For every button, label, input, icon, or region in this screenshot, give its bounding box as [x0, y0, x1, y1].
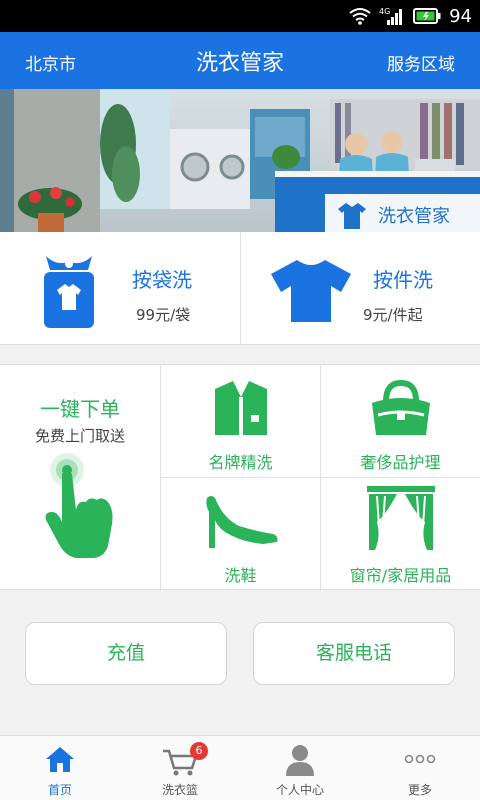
- brand-wash-button[interactable]: 名牌精洗: [161, 365, 320, 477]
- home-icon: [46, 747, 74, 772]
- nav-more[interactable]: 更多: [360, 736, 480, 800]
- battery-level: 94: [449, 5, 472, 27]
- tshirt-icon: [271, 260, 351, 322]
- nav-more-label: 更多: [407, 783, 432, 797]
- nav-laundry-basket[interactable]: 6 洗衣篮: [120, 736, 240, 800]
- nav-home[interactable]: 首页: [0, 736, 120, 800]
- network-type: 4G: [379, 7, 390, 16]
- store-banner[interactable]: 洗衣管家: [0, 89, 480, 232]
- bottom-navigation: 首页 6 洗衣篮 个人中心 更多: [0, 735, 480, 800]
- bag-wash-price: 99元/袋: [136, 306, 191, 324]
- bag-wash-title: 按袋洗: [132, 268, 192, 292]
- luxury-care-button[interactable]: 奢侈品护理: [321, 365, 480, 477]
- signal-icon: 4G: [379, 7, 403, 25]
- item-wash-price: 9元/件起: [363, 306, 423, 324]
- item-wash-option[interactable]: 按件洗 9元/件起: [240, 232, 480, 345]
- item-wash-title: 按件洗: [373, 268, 433, 292]
- service-area-link[interactable]: 服务区域: [387, 50, 455, 75]
- shoe-wash-button[interactable]: 洗鞋: [161, 478, 320, 591]
- laundry-bag-icon: [44, 256, 94, 328]
- services-grid: 一键下单 免费上门取送 名牌精洗 奢侈品护理 洗鞋 窗帘/家居用品: [0, 364, 480, 591]
- one-click-order-button[interactable]: 一键下单 免费上门取送: [0, 365, 160, 591]
- nav-home-label: 首页: [47, 783, 72, 797]
- curtain-home-label: 窗帘/家居用品: [349, 566, 452, 585]
- more-icon: [404, 754, 436, 764]
- tap-hand-icon: [45, 453, 113, 558]
- nav-personal-center[interactable]: 个人中心: [240, 736, 360, 800]
- status-bar: 4G 94: [0, 0, 480, 32]
- one-click-title: 一键下单: [40, 397, 120, 421]
- curtain-icon: [367, 486, 435, 550]
- cart-count-badge: 6: [190, 742, 208, 760]
- battery-icon: [413, 8, 441, 24]
- shirt-suit-icon: [215, 381, 267, 435]
- nav-personal-center-label: 个人中心: [275, 783, 324, 797]
- nav-laundry-basket-label: 洗衣篮: [161, 783, 198, 797]
- wifi-icon: [349, 8, 371, 25]
- handbag-icon: [372, 379, 430, 435]
- brand-wash-label: 名牌精洗: [208, 453, 273, 472]
- banner-sign-text: 洗衣管家: [378, 206, 450, 227]
- curtain-home-button[interactable]: 窗帘/家居用品: [321, 478, 480, 591]
- shoe-wash-label: 洗鞋: [224, 566, 257, 585]
- person-icon: [286, 745, 314, 776]
- bag-wash-option[interactable]: 按袋洗 99元/袋: [0, 232, 240, 345]
- app-header: 北京市 洗衣管家 服务区域: [0, 32, 480, 89]
- customer-service-button[interactable]: 客服电话: [253, 622, 455, 685]
- store-photo: 洗衣管家: [0, 89, 480, 232]
- recharge-button[interactable]: 充值: [25, 622, 227, 685]
- status-icons: 4G 94: [349, 4, 472, 28]
- one-click-subtitle: 免费上门取送: [34, 427, 125, 445]
- high-heel-icon: [206, 496, 278, 548]
- luxury-care-label: 奢侈品护理: [360, 453, 441, 472]
- laundry-type-row: 按袋洗 99元/袋 按件洗 9元/件起: [0, 232, 480, 345]
